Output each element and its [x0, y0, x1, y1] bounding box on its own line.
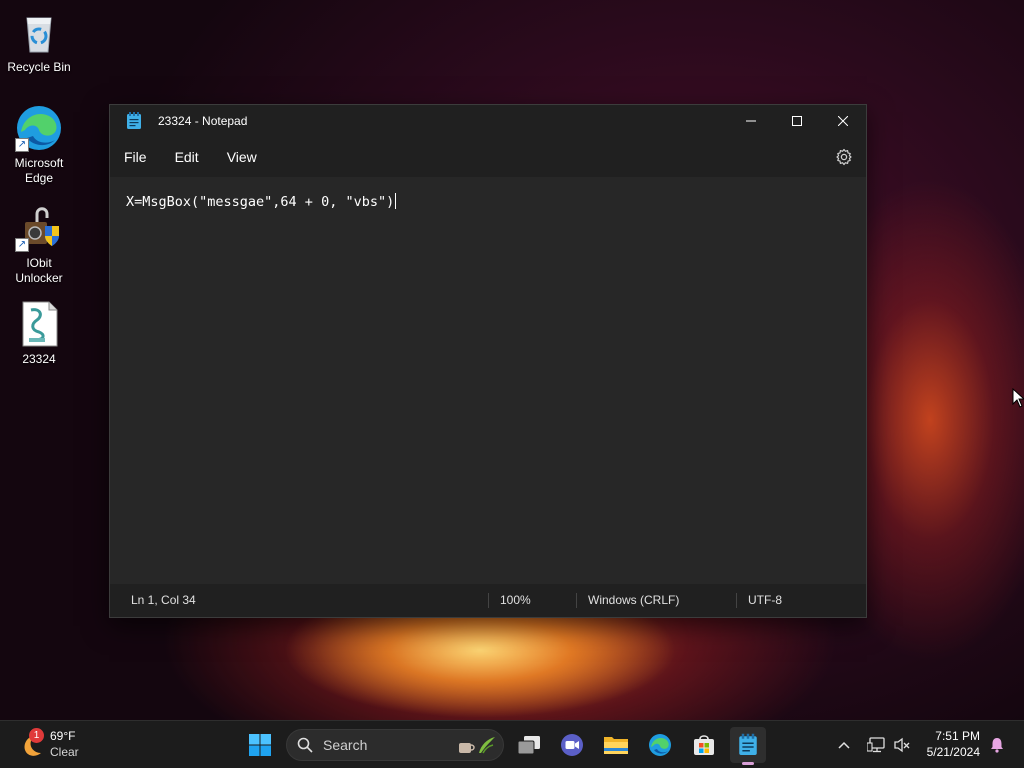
- folder-icon: [604, 737, 628, 754]
- edge-icon: [649, 734, 671, 756]
- start-button[interactable]: [242, 727, 278, 763]
- desktop-icon-label: IObit Unlocker: [15, 256, 63, 285]
- weather-temperature: 69°F: [50, 729, 76, 743]
- status-divider: [576, 593, 577, 608]
- video-meet-icon: [561, 734, 583, 756]
- notepad-window[interactable]: 23324 - Notepad File Edit View X=MsgBox(…: [109, 104, 867, 618]
- desktop-icon-label: Recycle Bin: [7, 60, 71, 74]
- vbs-script-file-icon: [15, 300, 63, 348]
- maximize-icon: [792, 116, 802, 126]
- desktop-icon-label: Microsoft Edge: [14, 156, 64, 185]
- task-view-icon: [517, 736, 540, 755]
- bell-icon: [991, 738, 1003, 753]
- notepad-icon: [739, 733, 757, 755]
- desktop-icon-label: 23324: [22, 352, 56, 366]
- menu-file[interactable]: File: [110, 137, 161, 177]
- gear-icon: [836, 148, 852, 166]
- editor-text: X=MsgBox("messgae",64 + 0, "vbs"): [126, 194, 395, 210]
- windows-logo-icon: [249, 734, 271, 756]
- shortcut-arrow-icon: ↗: [15, 138, 29, 152]
- settings-button[interactable]: [834, 147, 854, 167]
- show-hidden-icons-button[interactable]: [832, 721, 856, 768]
- shortcut-arrow-icon: ↗: [15, 238, 29, 252]
- clock-date: 5/21/2024: [926, 745, 980, 759]
- store-button[interactable]: [686, 727, 722, 763]
- minimize-icon: [746, 120, 756, 122]
- zoom-level[interactable]: 100%: [500, 584, 531, 617]
- notification-badge: 1: [29, 728, 44, 743]
- store-icon: [694, 735, 714, 755]
- file-explorer-button[interactable]: [598, 727, 634, 763]
- weather-widget[interactable]: 1 69°F Clear: [16, 727, 106, 763]
- iobit-unlocker-icon: ↗: [15, 204, 63, 252]
- desktop-icon-edge[interactable]: ↗ Microsoft Edge: [4, 104, 74, 186]
- menu-view[interactable]: View: [213, 137, 271, 177]
- task-view-button[interactable]: [511, 727, 547, 763]
- desktop-icon-recycle-bin[interactable]: Recycle Bin: [4, 8, 74, 75]
- weather-condition: Clear: [50, 745, 79, 759]
- teams-meet-button[interactable]: [554, 727, 590, 763]
- taskbar-clock[interactable]: 7:51 PM 5/21/2024: [927, 728, 980, 760]
- window-title: 23324 - Notepad: [158, 114, 248, 128]
- taskbar-search[interactable]: Search: [286, 729, 504, 761]
- mouse-pointer-icon: [1012, 388, 1024, 408]
- notepad-taskbar-button[interactable]: [730, 727, 766, 763]
- volume-button[interactable]: [890, 721, 914, 768]
- network-button[interactable]: [864, 721, 888, 768]
- title-bar[interactable]: 23324 - Notepad: [110, 105, 866, 137]
- edge-icon: ↗: [15, 104, 63, 152]
- cursor-position: Ln 1, Col 34: [131, 593, 196, 607]
- menu-edit[interactable]: Edit: [161, 137, 213, 177]
- recycle-bin-icon: [15, 8, 63, 56]
- edge-taskbar-button[interactable]: [642, 727, 678, 763]
- volume-muted-icon: [894, 737, 910, 753]
- search-label: Search: [323, 737, 368, 753]
- line-ending[interactable]: Windows (CRLF): [588, 584, 679, 617]
- active-app-indicator: [742, 762, 754, 765]
- desktop-icon-iobit-unlocker[interactable]: ↗ IObit Unlocker: [4, 204, 74, 286]
- encoding[interactable]: UTF-8: [748, 584, 782, 617]
- close-button[interactable]: [820, 105, 866, 137]
- taskbar: 1 69°F Clear Search 7:51 PM 5/21/2024: [0, 720, 1024, 768]
- desktop-icon-23324[interactable]: 23324: [4, 300, 74, 367]
- text-caret: [395, 193, 397, 209]
- clock-time: 7:51 PM: [935, 729, 980, 743]
- status-divider: [736, 593, 737, 608]
- text-editor[interactable]: X=MsgBox("messgae",64 + 0, "vbs"): [110, 177, 866, 585]
- menu-bar: File Edit View: [110, 137, 866, 177]
- chevron-up-icon: [838, 741, 850, 749]
- status-bar: Ln 1, Col 34 100% Windows (CRLF) UTF-8: [110, 584, 866, 617]
- notepad-icon: [126, 112, 142, 130]
- status-divider: [488, 593, 489, 608]
- search-highlight-icon: [459, 737, 495, 754]
- maximize-button[interactable]: [774, 105, 820, 137]
- minimize-button[interactable]: [728, 105, 774, 137]
- search-icon: [297, 737, 313, 753]
- network-icon: [867, 737, 885, 753]
- close-icon: [838, 116, 848, 126]
- notifications-button[interactable]: [986, 721, 1008, 768]
